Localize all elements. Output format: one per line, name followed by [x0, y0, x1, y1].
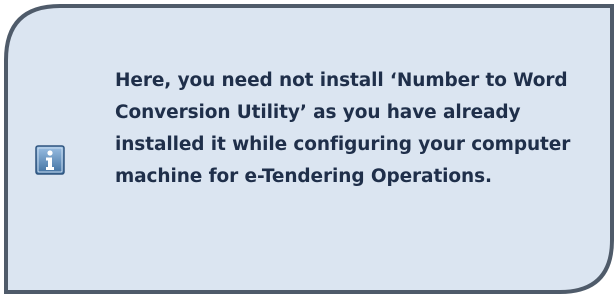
info-icon [35, 145, 65, 175]
info-note-box: Here, you need not install ‘Number to Wo… [0, 0, 615, 295]
note-text: Here, you need not install ‘Number to Wo… [115, 70, 571, 187]
